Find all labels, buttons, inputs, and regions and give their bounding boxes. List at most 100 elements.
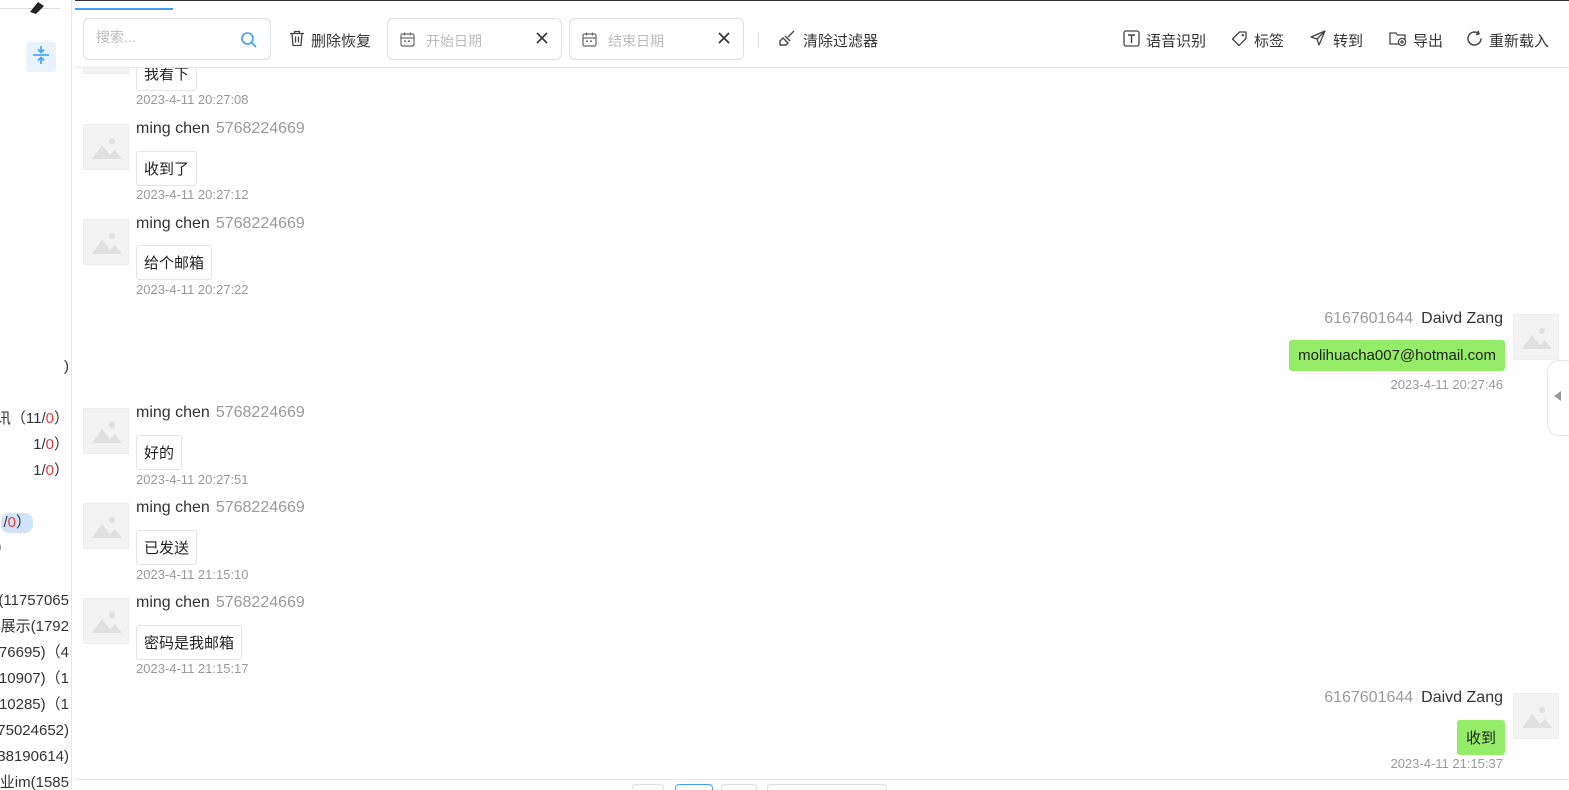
unread-count: 0 bbox=[45, 462, 54, 479]
trash-icon bbox=[289, 30, 305, 51]
tree-item[interactable]: 1/0） bbox=[33, 461, 69, 481]
tree-item[interactable]: 75024652) bbox=[0, 721, 69, 741]
collapse-all-button[interactable] bbox=[26, 42, 56, 72]
calendar-icon bbox=[400, 32, 415, 52]
tree-item-selected[interactable]: /0） bbox=[1, 513, 33, 533]
sender-name: ming chen bbox=[136, 499, 210, 516]
delete-restore-button[interactable]: 删除恢复 bbox=[289, 28, 371, 52]
message-bubble[interactable]: 收到了 bbox=[136, 151, 198, 186]
message-bubble[interactable]: 给个邮箱 bbox=[136, 245, 213, 280]
tree-item[interactable]: ) bbox=[64, 357, 69, 377]
tree-item-label: 业im(1585 bbox=[0, 774, 69, 790]
sender-info: 6167601644 Daivd Zang bbox=[1324, 689, 1503, 707]
pager-page-button[interactable] bbox=[675, 784, 713, 790]
pager-prev-button[interactable] bbox=[632, 784, 664, 790]
tree-item-label: 38190614) bbox=[0, 748, 69, 765]
sender-id: 5768224669 bbox=[215, 215, 305, 232]
message-text: 好的 bbox=[144, 445, 175, 462]
tree-item-label: 码展示(1792 bbox=[0, 618, 69, 635]
message-time: 2023-4-11 20:27:46 bbox=[1390, 377, 1503, 392]
refresh-icon bbox=[1466, 30, 1483, 51]
message-bubble[interactable]: 我看下 bbox=[136, 68, 198, 91]
search-input[interactable] bbox=[96, 29, 236, 45]
unread-count: 0 bbox=[45, 436, 54, 453]
clear-end-date-icon[interactable] bbox=[717, 31, 731, 50]
chat-panel: 删除恢复 开始日期 结束日期 清除过滤器 语音识别 标签 转到 bbox=[75, 0, 1569, 790]
sender-info: ming chen 5768224669 bbox=[136, 404, 305, 422]
tree-item[interactable]: 38190614) bbox=[0, 747, 69, 767]
tree-item-label: 210907)（1 bbox=[0, 670, 69, 687]
start-date-picker[interactable]: 开始日期 bbox=[387, 18, 562, 60]
tree-item[interactable]: 10285)（1 bbox=[0, 695, 69, 715]
message-text: 收到 bbox=[1465, 730, 1496, 747]
message-bubble[interactable]: 密码是我邮箱 bbox=[136, 625, 243, 660]
tree-item-label: 076695)（4 bbox=[0, 644, 69, 661]
delete-restore-label: 删除恢复 bbox=[311, 32, 372, 50]
message-text: 我看下 bbox=[144, 68, 190, 83]
tree-item[interactable]: (11757065 bbox=[0, 591, 69, 611]
page-size-select[interactable] bbox=[767, 784, 887, 790]
tree-item-label: (11757065 bbox=[0, 592, 69, 609]
message-bubble[interactable]: 好的 bbox=[136, 435, 183, 470]
avatar bbox=[83, 408, 129, 454]
tags-button[interactable]: 标签 bbox=[1231, 28, 1284, 52]
contact-tree-panel: ) 讯（11/0） 1/0） 1/0） /0） 0） ） (11757065 码… bbox=[0, 0, 72, 790]
speech-recognition-button[interactable]: 语音识别 bbox=[1123, 28, 1206, 52]
speech-recognition-label: 语音识别 bbox=[1146, 32, 1207, 50]
message-list[interactable]: 我看下 2023-4-11 20:27:08 ming chen 57682246… bbox=[75, 68, 1569, 780]
side-panel-toggle[interactable] bbox=[1547, 360, 1569, 436]
broom-icon bbox=[779, 29, 797, 51]
pagination-divider bbox=[75, 779, 1569, 780]
tree-item[interactable]: 076695)（4 bbox=[0, 643, 69, 663]
pager-next-button[interactable] bbox=[721, 784, 757, 790]
tree-item[interactable]: 码展示(1792 bbox=[0, 617, 69, 637]
avatar bbox=[83, 68, 129, 74]
sender-name: ming chen bbox=[136, 120, 210, 137]
forward-icon bbox=[1309, 29, 1327, 51]
tree-item-label: 1/ bbox=[33, 462, 46, 479]
message-bubble-mine[interactable]: 收到 bbox=[1456, 720, 1505, 755]
text-recognition-icon bbox=[1123, 29, 1140, 51]
top-border bbox=[75, 0, 1569, 1]
sender-info: ming chen 5768224669 bbox=[136, 215, 305, 233]
message-time: 2023-4-11 20:27:51 bbox=[136, 472, 249, 487]
tree-item[interactable]: ） bbox=[0, 565, 7, 585]
tree-item[interactable]: 讯（11/0） bbox=[0, 409, 69, 429]
sender-info: ming chen 5768224669 bbox=[136, 120, 305, 138]
unread-count: 0 bbox=[45, 410, 54, 427]
avatar bbox=[83, 598, 129, 644]
message-time: 2023-4-11 20:27:22 bbox=[136, 282, 249, 297]
tree-item[interactable]: 1/0） bbox=[33, 435, 69, 455]
export-label: 导出 bbox=[1413, 32, 1444, 50]
message-text: 已发送 bbox=[144, 540, 190, 557]
message-time: 2023-4-11 21:15:37 bbox=[1390, 756, 1503, 771]
tree-item-label: 75024652) bbox=[0, 722, 69, 739]
export-button[interactable]: 导出 bbox=[1389, 28, 1443, 52]
end-date-picker[interactable]: 结束日期 bbox=[569, 18, 744, 60]
tree-item[interactable]: 210907)（1 bbox=[0, 669, 69, 689]
tree-item-suffix: ） bbox=[0, 540, 11, 557]
clear-start-date-icon[interactable] bbox=[535, 31, 549, 50]
forward-label: 转到 bbox=[1333, 32, 1364, 50]
tree-item-label: ) bbox=[64, 358, 69, 375]
avatar bbox=[1513, 693, 1559, 739]
export-folder-icon bbox=[1389, 30, 1407, 51]
message-bubble-mine[interactable]: molihuacha007@hotmail.com bbox=[1289, 340, 1505, 371]
sender-name: ming chen bbox=[136, 404, 210, 421]
sender-id: 5768224669 bbox=[215, 404, 305, 421]
clear-filter-button[interactable]: 清除过滤器 bbox=[779, 28, 878, 52]
message-bubble[interactable]: 已发送 bbox=[136, 530, 198, 565]
tree-item[interactable]: 业im(1585 bbox=[0, 773, 69, 790]
reload-button[interactable]: 重新载入 bbox=[1466, 28, 1549, 52]
sender-id: 6167601644 bbox=[1324, 310, 1414, 327]
message-text: 给个邮箱 bbox=[144, 255, 205, 272]
forward-button[interactable]: 转到 bbox=[1309, 28, 1363, 52]
search-box[interactable] bbox=[83, 18, 271, 60]
sender-name: ming chen bbox=[136, 215, 210, 232]
tag-icon bbox=[1231, 30, 1248, 51]
sender-name: Daivd Zang bbox=[1421, 689, 1503, 706]
message-time: 2023-4-11 20:27:08 bbox=[136, 92, 249, 107]
search-icon[interactable] bbox=[240, 31, 258, 49]
tree-item[interactable]: 0） bbox=[0, 539, 11, 559]
tags-label: 标签 bbox=[1254, 32, 1285, 50]
